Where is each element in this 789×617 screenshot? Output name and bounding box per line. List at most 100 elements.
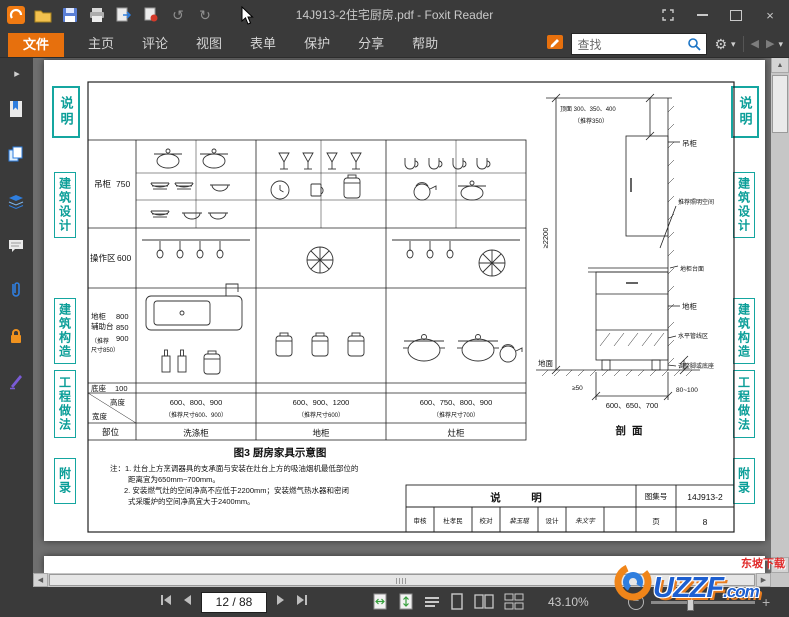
quick-edit-icon[interactable] [546,33,564,56]
svg-text:吊柜: 吊柜 [682,138,697,148]
svg-text:≥2200: ≥2200 [541,228,550,249]
export-icon[interactable] [114,5,134,25]
svg-text:（推荐350）: （推荐350） [574,117,608,125]
svg-text:剖面: 剖面 [616,424,649,437]
search-input[interactable]: 查找 [571,33,708,55]
svg-text:2. 安装燃气灶的空间净高不应低于2200mm；安装燃气热水: 2. 安装燃气灶的空间净高不应低于2200mm；安装燃气热水器和密闭 [124,485,349,495]
signature-icon[interactable] [7,372,27,392]
print-icon[interactable] [87,5,107,25]
side-tab-gongchengzuofa-left: 工程做法 [54,370,76,438]
svg-text:水平管线区: 水平管线区 [678,332,708,340]
close-button[interactable]: × [753,0,787,30]
last-page-icon[interactable] [295,593,308,611]
vertical-scroll-thumb[interactable] [772,75,788,133]
svg-text:审核: 审核 [414,516,428,525]
svg-text:操作区: 操作区 [90,253,116,263]
prev-page-icon[interactable] [182,593,192,611]
side-tab-jianzhusheji-left: 建筑设计 [54,172,76,238]
gear-caret-icon[interactable]: ▾ [731,39,736,50]
stamp-icon[interactable] [141,5,161,25]
fullscreen-icon[interactable] [651,0,685,30]
svg-text:（推荐尺寸600、900）: （推荐尺寸600、900） [165,411,227,419]
tab-home[interactable]: 主页 [74,30,128,57]
svg-text:（推荐尺寸700）: （推荐尺寸700） [433,411,479,419]
ribbon-bar: 文件 主页 评论 视图 表单 保护 分享 帮助 查找 ⚙ ▾ ◀ ▶ ▾ [0,30,789,58]
svg-text:注：1. 灶台上方烹调器具的支承面与安装在灶台上方的吸油烟机: 注：1. 灶台上方烹调器具的支承面与安装在灶台上方的吸油烟机最低部位的 [110,463,358,473]
svg-text:朱文宇: 朱文宇 [575,517,596,525]
svg-text:顶面 300、350、400: 顶面 300、350、400 [560,106,616,113]
foxit-reader-window: ↺ ↻ 14J913-2住宅厨房.pdf - Foxit Reader × 文件… [0,0,789,617]
layers-icon[interactable] [7,193,27,213]
search-placeholder: 查找 [577,37,602,52]
next-page-icon[interactable] [276,593,286,611]
save-icon[interactable] [60,5,80,25]
svg-text:600、900、1200: 600、900、1200 [293,398,350,407]
svg-text:页: 页 [652,517,660,526]
first-page-icon[interactable] [160,593,173,611]
continuous-view-icon[interactable] [504,593,524,615]
undo-icon[interactable]: ↺ [168,5,188,25]
open-file-icon[interactable] [33,5,53,25]
tab-protect[interactable]: 保护 [290,30,344,57]
gear-icon[interactable]: ⚙ [714,33,727,55]
pages-icon[interactable] [7,145,27,165]
svg-text:辅助台: 辅助台 [91,321,114,331]
tab-file[interactable]: 文件 [8,33,64,57]
divider [742,36,744,52]
svg-text:部位: 部位 [102,427,120,437]
find-next-icon[interactable]: ▶ [766,33,774,55]
search-icon[interactable] [687,37,702,51]
side-tab-fulu-left: 附录 [54,458,76,504]
fit-page-icon[interactable] [398,593,414,615]
single-page-view-icon[interactable] [450,593,464,615]
fit-width-icon[interactable] [372,593,388,615]
tab-share[interactable]: 分享 [344,30,398,57]
security-lock-icon[interactable] [7,327,27,347]
tab-form[interactable]: 表单 [236,30,290,57]
svg-text:底座: 底座 [91,383,106,393]
minimize-button[interactable] [685,0,719,30]
svg-text:灶柜: 灶柜 [447,428,465,438]
scroll-left-icon[interactable]: ◀ [33,573,48,587]
expand-panel-icon[interactable]: ▸ [7,67,27,87]
scroll-grip [396,578,408,584]
zoom-percentage[interactable]: 43.10% [548,587,589,617]
svg-text:600、750、800、900: 600、750、800、900 [420,398,493,407]
svg-text:地柜: 地柜 [312,428,330,438]
reading-mode-icon[interactable] [424,595,440,614]
svg-text:100: 100 [115,384,128,393]
foxit-logo-icon[interactable] [6,5,26,25]
page-number-input[interactable]: 12 / 88 [201,591,267,613]
svg-text:8: 8 [703,517,708,527]
watermark-main: UZZF [653,572,724,604]
side-tab-jianzhugouzao-left: 建筑构造 [54,298,76,364]
collapse-ribbon-icon[interactable]: ▾ [778,39,783,50]
pdf-page: 说明 建筑设计 建筑构造 工程做法 附录 说明 建筑设计 建筑构造 工程做法 附… [44,60,765,541]
svg-text:式采暖炉的空间净高宜大于2400mm。: 式采暖炉的空间净高宜大于2400mm。 [128,496,255,506]
svg-text:宽度: 宽度 [92,411,107,421]
tab-help[interactable]: 帮助 [398,30,452,57]
navigation-panel-bar: ▸ [0,57,33,587]
svg-text:80~100: 80~100 [676,387,698,394]
facing-page-view-icon[interactable] [474,593,494,615]
grid-labels: 吊柜 750 操作区 600 地柜 辅助台 （推荐 尺寸850） 800 850… [90,179,492,438]
kitchenware-icons [142,148,523,375]
find-prev-icon[interactable]: ◀ [751,33,759,55]
svg-text:推荐照明空间: 推荐照明空间 [678,198,714,206]
svg-text:（推荐尺寸600）: （推荐尺寸600） [298,411,344,419]
bookmarks-icon[interactable] [7,100,27,120]
tab-comment[interactable]: 评论 [128,30,182,57]
maximize-button[interactable] [719,0,753,30]
svg-text:尺寸850）: 尺寸850） [91,346,119,354]
redo-icon[interactable]: ↻ [195,5,215,25]
attachments-icon[interactable] [7,281,27,301]
svg-text:900: 900 [116,334,129,343]
figure-title: 图3 厨房家具示意图 [234,446,327,459]
svg-text:洗涤柜: 洗涤柜 [183,428,209,438]
svg-text:杜孝民: 杜孝民 [443,516,463,525]
tab-view[interactable]: 视图 [182,30,236,57]
uzzf-watermark: 东坡下载 UZZF.com [611,557,787,611]
vertical-scrollbar[interactable]: ▲ ▼ [771,57,789,573]
comments-icon[interactable] [7,237,27,257]
scroll-up-icon[interactable]: ▲ [771,57,789,73]
